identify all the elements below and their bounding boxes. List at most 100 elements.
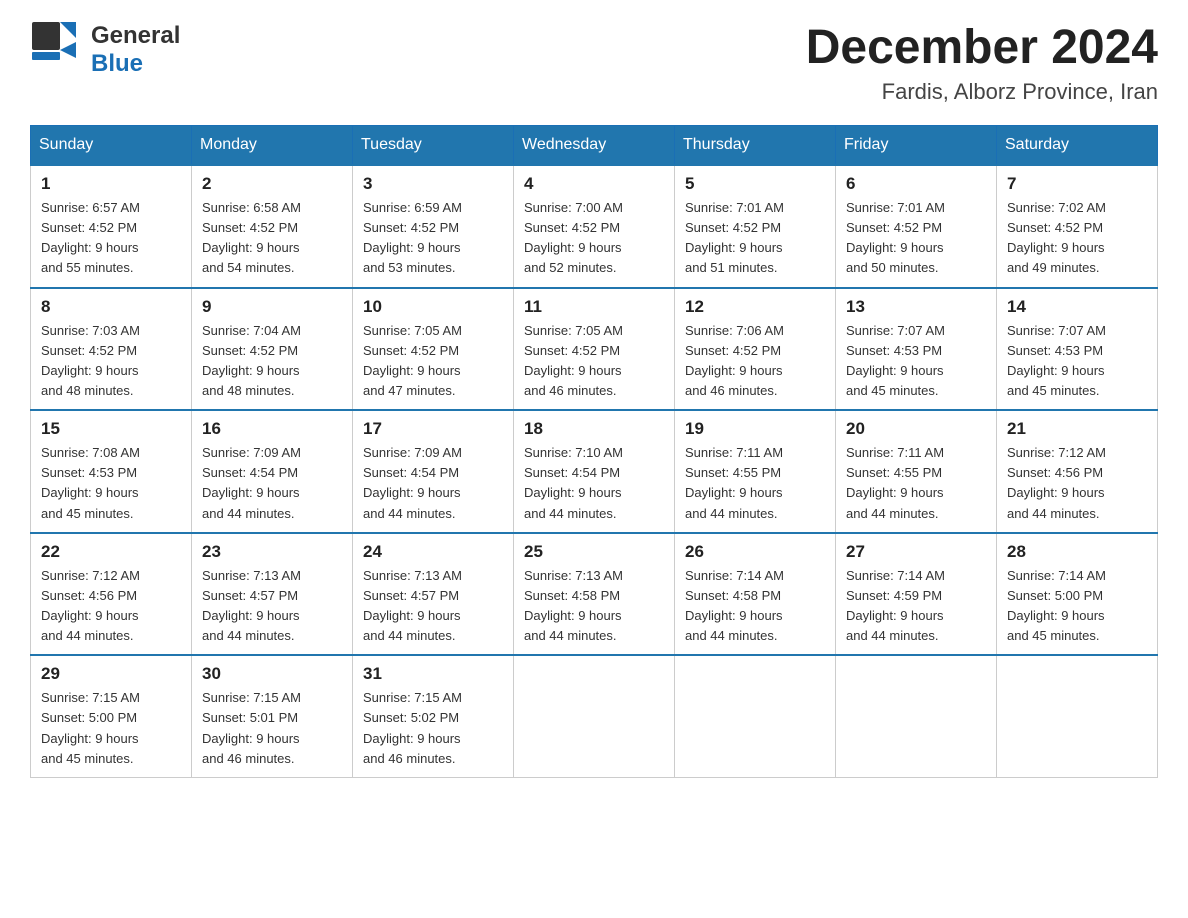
day-number: 25 [524, 542, 664, 562]
day-number: 29 [41, 664, 181, 684]
calendar-cell: 15Sunrise: 7:08 AMSunset: 4:53 PMDayligh… [31, 410, 192, 533]
day-number: 13 [846, 297, 986, 317]
day-number: 20 [846, 419, 986, 439]
day-info: Sunrise: 7:13 AMSunset: 4:58 PMDaylight:… [524, 566, 664, 647]
day-number: 14 [1007, 297, 1147, 317]
day-info: Sunrise: 7:10 AMSunset: 4:54 PMDaylight:… [524, 443, 664, 524]
day-info: Sunrise: 6:59 AMSunset: 4:52 PMDaylight:… [363, 198, 503, 279]
day-number: 30 [202, 664, 342, 684]
header-wednesday: Wednesday [514, 126, 675, 166]
day-info: Sunrise: 7:13 AMSunset: 4:57 PMDaylight:… [202, 566, 342, 647]
calendar-table: SundayMondayTuesdayWednesdayThursdayFrid… [30, 125, 1158, 778]
day-number: 17 [363, 419, 503, 439]
location-title: Fardis, Alborz Province, Iran [806, 79, 1158, 105]
day-info: Sunrise: 7:12 AMSunset: 4:56 PMDaylight:… [1007, 443, 1147, 524]
day-number: 18 [524, 419, 664, 439]
header-monday: Monday [192, 126, 353, 166]
calendar-cell: 26Sunrise: 7:14 AMSunset: 4:58 PMDayligh… [675, 533, 836, 656]
day-info: Sunrise: 7:02 AMSunset: 4:52 PMDaylight:… [1007, 198, 1147, 279]
day-info: Sunrise: 7:09 AMSunset: 4:54 PMDaylight:… [202, 443, 342, 524]
day-number: 7 [1007, 174, 1147, 194]
header-tuesday: Tuesday [353, 126, 514, 166]
day-number: 24 [363, 542, 503, 562]
day-number: 12 [685, 297, 825, 317]
day-number: 6 [846, 174, 986, 194]
day-info: Sunrise: 7:05 AMSunset: 4:52 PMDaylight:… [363, 321, 503, 402]
day-info: Sunrise: 7:07 AMSunset: 4:53 PMDaylight:… [1007, 321, 1147, 402]
week-row-2: 8 Sunrise: 7:03 AMSunset: 4:52 PMDaylight… [31, 288, 1158, 411]
day-info: Sunrise: 7:11 AMSunset: 4:55 PMDaylight:… [685, 443, 825, 524]
day-info: Sunrise: 7:14 AMSunset: 5:00 PMDaylight:… [1007, 566, 1147, 647]
day-number: 22 [41, 542, 181, 562]
calendar-cell: 4 Sunrise: 7:00 AMSunset: 4:52 PMDaylight… [514, 165, 675, 288]
calendar-cell: 27 Sunrise: 7:14 AMSunset: 4:59 PMDayligh… [836, 533, 997, 656]
day-number: 27 [846, 542, 986, 562]
logo-blue-text: Blue [91, 50, 180, 78]
calendar-cell: 25 Sunrise: 7:13 AMSunset: 4:58 PMDayligh… [514, 533, 675, 656]
day-number: 2 [202, 174, 342, 194]
month-title: December 2024 [806, 20, 1158, 75]
day-number: 8 [41, 297, 181, 317]
day-number: 19 [685, 419, 825, 439]
calendar-cell [836, 655, 997, 777]
calendar-cell: 18 Sunrise: 7:10 AMSunset: 4:54 PMDayligh… [514, 410, 675, 533]
day-number: 4 [524, 174, 664, 194]
day-number: 28 [1007, 542, 1147, 562]
calendar-cell: 14 Sunrise: 7:07 AMSunset: 4:53 PMDayligh… [997, 288, 1158, 411]
day-number: 9 [202, 297, 342, 317]
calendar-cell [514, 655, 675, 777]
day-info: Sunrise: 7:14 AMSunset: 4:58 PMDaylight:… [685, 566, 825, 647]
day-number: 16 [202, 419, 342, 439]
calendar-cell: 16 Sunrise: 7:09 AMSunset: 4:54 PMDayligh… [192, 410, 353, 533]
day-info: Sunrise: 7:01 AMSunset: 4:52 PMDaylight:… [685, 198, 825, 279]
day-info: Sunrise: 7:06 AMSunset: 4:52 PMDaylight:… [685, 321, 825, 402]
logo: General Blue [30, 20, 180, 80]
day-info: Sunrise: 7:15 AMSunset: 5:01 PMDaylight:… [202, 688, 342, 769]
calendar-cell: 20 Sunrise: 7:11 AMSunset: 4:55 PMDayligh… [836, 410, 997, 533]
calendar-cell [997, 655, 1158, 777]
day-number: 31 [363, 664, 503, 684]
logo-text: General Blue [91, 22, 180, 77]
calendar-cell: 21 Sunrise: 7:12 AMSunset: 4:56 PMDayligh… [997, 410, 1158, 533]
calendar-cell: 9Sunrise: 7:04 AMSunset: 4:52 PMDaylight… [192, 288, 353, 411]
header-thursday: Thursday [675, 126, 836, 166]
calendar-header-row: SundayMondayTuesdayWednesdayThursdayFrid… [31, 126, 1158, 166]
calendar-cell: 22 Sunrise: 7:12 AMSunset: 4:56 PMDayligh… [31, 533, 192, 656]
calendar-cell: 17Sunrise: 7:09 AMSunset: 4:54 PMDayligh… [353, 410, 514, 533]
day-info: Sunrise: 7:03 AMSunset: 4:52 PMDaylight:… [41, 321, 181, 402]
day-info: Sunrise: 7:12 AMSunset: 4:56 PMDaylight:… [41, 566, 181, 647]
day-number: 11 [524, 297, 664, 317]
calendar-cell: 11 Sunrise: 7:05 AMSunset: 4:52 PMDayligh… [514, 288, 675, 411]
header-sunday: Sunday [31, 126, 192, 166]
header-friday: Friday [836, 126, 997, 166]
week-row-5: 29 Sunrise: 7:15 AMSunset: 5:00 PMDayligh… [31, 655, 1158, 777]
calendar-cell: 3Sunrise: 6:59 AMSunset: 4:52 PMDaylight… [353, 165, 514, 288]
calendar-cell [675, 655, 836, 777]
day-info: Sunrise: 7:11 AMSunset: 4:55 PMDaylight:… [846, 443, 986, 524]
day-number: 5 [685, 174, 825, 194]
day-number: 1 [41, 174, 181, 194]
calendar-cell: 1Sunrise: 6:57 AMSunset: 4:52 PMDaylight… [31, 165, 192, 288]
calendar-cell: 24Sunrise: 7:13 AMSunset: 4:57 PMDayligh… [353, 533, 514, 656]
calendar-cell: 12 Sunrise: 7:06 AMSunset: 4:52 PMDayligh… [675, 288, 836, 411]
calendar-cell: 5 Sunrise: 7:01 AMSunset: 4:52 PMDaylight… [675, 165, 836, 288]
calendar-cell: 7 Sunrise: 7:02 AMSunset: 4:52 PMDaylight… [997, 165, 1158, 288]
calendar-cell: 2 Sunrise: 6:58 AMSunset: 4:52 PMDaylight… [192, 165, 353, 288]
calendar-cell: 13Sunrise: 7:07 AMSunset: 4:53 PMDayligh… [836, 288, 997, 411]
title-area: December 2024 Fardis, Alborz Province, I… [806, 20, 1158, 105]
week-row-4: 22 Sunrise: 7:12 AMSunset: 4:56 PMDayligh… [31, 533, 1158, 656]
header-saturday: Saturday [997, 126, 1158, 166]
day-number: 21 [1007, 419, 1147, 439]
calendar-cell: 30 Sunrise: 7:15 AMSunset: 5:01 PMDayligh… [192, 655, 353, 777]
day-info: Sunrise: 7:00 AMSunset: 4:52 PMDaylight:… [524, 198, 664, 279]
calendar-cell: 28 Sunrise: 7:14 AMSunset: 5:00 PMDayligh… [997, 533, 1158, 656]
day-info: Sunrise: 7:15 AMSunset: 5:00 PMDaylight:… [41, 688, 181, 769]
day-info: Sunrise: 6:58 AMSunset: 4:52 PMDaylight:… [202, 198, 342, 279]
day-info: Sunrise: 7:05 AMSunset: 4:52 PMDaylight:… [524, 321, 664, 402]
day-info: Sunrise: 7:14 AMSunset: 4:59 PMDaylight:… [846, 566, 986, 647]
calendar-cell: 6Sunrise: 7:01 AMSunset: 4:52 PMDaylight… [836, 165, 997, 288]
calendar-cell: 31Sunrise: 7:15 AMSunset: 5:02 PMDayligh… [353, 655, 514, 777]
day-info: Sunrise: 7:08 AMSunset: 4:53 PMDaylight:… [41, 443, 181, 524]
logo-icon [30, 20, 85, 80]
week-row-3: 15Sunrise: 7:08 AMSunset: 4:53 PMDayligh… [31, 410, 1158, 533]
